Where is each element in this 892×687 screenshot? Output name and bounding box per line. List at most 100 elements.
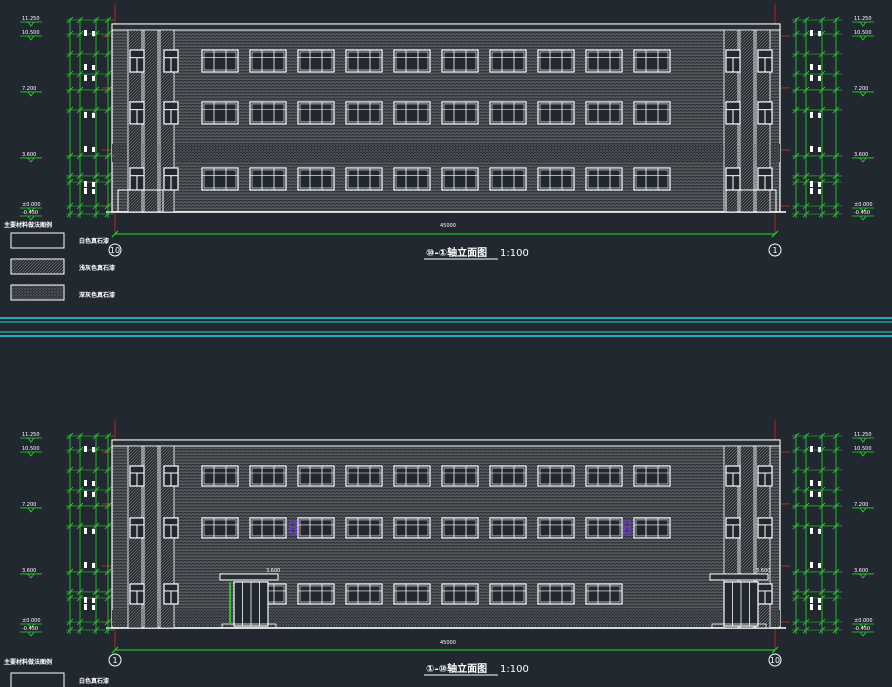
window-f2-c4 [345,101,383,125]
side-window-right-f2 [757,517,773,539]
window-f1-c8 [537,49,575,73]
top-elevation-scale: 1:100 [500,248,529,259]
belt-band [112,143,780,162]
window-f1-c3 [297,465,335,487]
window-f3-c1 [201,167,239,191]
window-f1-c5 [393,49,431,73]
window-f1-c10 [633,49,671,73]
window-f1-c5 [393,465,431,487]
parapet [111,23,781,31]
axis-bubble-right-label: 1 [772,246,777,255]
axis-bubble-left: 1 [108,653,122,667]
left-level-1: 10.500 [22,446,40,452]
dimension-group-left: 11.250 10.500 7.200 3.600 ±0.000 -0.450 [20,16,114,221]
side-window-left-f3 [163,583,179,605]
right-level-1: 10.500 [854,446,872,452]
stair-window-left-f2 [129,101,145,125]
window-f2-c1 [201,517,239,539]
window-f2-c4 [345,517,383,539]
side-window-left-f3 [163,167,179,191]
stair-window-left-f2 [129,517,145,539]
left-level-4: ±0.000 [22,202,41,208]
window-f2-c3 [297,101,335,125]
right-level-2: 7.200 [854,86,868,92]
window-f1-c1 [201,49,239,73]
dimension-group-right: 11.250 10.500 7.200 3.600 ±0.000 -0.450 [792,432,874,637]
window-f3-c10 [633,167,671,191]
window-f2-c10 [633,517,671,539]
window-f1-c7 [489,49,527,73]
window-f1-c10 [633,465,671,487]
side-window-right-f3 [757,167,773,191]
axis-bubble-right: 10 [768,653,782,667]
right-level-0: 11.250 [854,432,872,438]
side-window-right-f3 [757,583,773,605]
window-f2-c2 [249,101,287,125]
window-f3-c7 [489,167,527,191]
right-level-4: ±0.000 [854,202,873,208]
side-window-left-f1 [163,465,179,487]
left-level-2: 7.200 [22,502,36,508]
entrance-door-right [723,581,759,627]
plinth-band [112,610,780,626]
stair-window-left-f3 [129,583,145,605]
stair-window-right-f1 [725,465,741,487]
window-f2-c7 [489,101,527,125]
window-f2-c8 [537,101,575,125]
side-window-right-f1 [757,49,773,73]
window-f1-c4 [345,465,383,487]
left-level-1: 10.500 [22,30,40,36]
sheet-divider [0,317,892,337]
window-f3-c4 [345,167,383,191]
right-level-0: 11.250 [854,16,872,22]
left-level-0: 11.250 [22,16,40,22]
side-window-right-f2 [757,101,773,125]
bottom-elevation: 3.600 3.600 1 10 11.250 10.500 7.200 3.600 ±0.00… [20,420,874,667]
top-overall-dimension: 45000 [440,223,456,229]
right-level-2: 7.200 [854,502,868,508]
side-window-left-f1 [163,49,179,73]
left-level-5: -0.450 [22,626,38,632]
window-f2-c1 [201,101,239,125]
left-level-3: 3.600 [22,152,36,158]
top-elevation-title: ⑩-①轴立面图 1:100 [424,246,529,260]
pilaster-1 [143,29,159,213]
right-level-1: 10.500 [854,30,872,36]
window-f1-c7 [489,465,527,487]
window-f1-c1 [201,465,239,487]
side-window-left-f2 [163,101,179,125]
legend-item-dark-grey: 深灰色真石漆 [79,291,115,299]
canopy-right [709,573,769,581]
legend-swatch-white-bottom [10,672,65,687]
cad-drawing-canvas: 10 1 11.250 10.500 7.200 3.600 ±0.000 -0.450 11.… [0,4,892,687]
window-f2-c5 [393,517,431,539]
material-legend: 主要材料做法图例 白色真石漆 浅灰色真石漆 深灰色真石漆 [4,221,115,301]
canopy-level-right: 3.600 [756,568,770,574]
left-level-5: -0.450 [22,210,38,216]
pilaster-4 [739,29,755,213]
window-f1-c3 [297,49,335,73]
top-elevation-title-text: ⑩-①轴立面图 [426,246,487,259]
stair-window-right-f3 [725,167,741,191]
window-f1-c9 [585,465,623,487]
legend-item-white-bottom: 白色真石漆 [79,677,109,685]
stair-window-left-f1 [129,49,145,73]
window-f2-c6 [441,517,479,539]
stair-window-right-f2 [725,517,741,539]
stair-window-right-f2 [725,101,741,125]
window-f1-c8 [537,465,575,487]
window-f2-c9 [585,101,623,125]
right-level-3: 3.600 [854,152,868,158]
canopy-left [219,573,279,581]
window-f1-c4 [345,49,383,73]
right-level-3: 3.600 [854,568,868,574]
window-f3-c5 [393,167,431,191]
window-f2-c9 [585,517,623,539]
entrance-door-left [233,581,269,627]
window-f2-c3 [297,517,335,539]
legend-swatch-dark-grey [10,284,65,301]
window-f3-c3 [297,583,335,605]
window-f2-c5 [393,101,431,125]
canopy-level-left: 3.600 [266,568,280,574]
right-level-4: ±0.000 [854,618,873,624]
